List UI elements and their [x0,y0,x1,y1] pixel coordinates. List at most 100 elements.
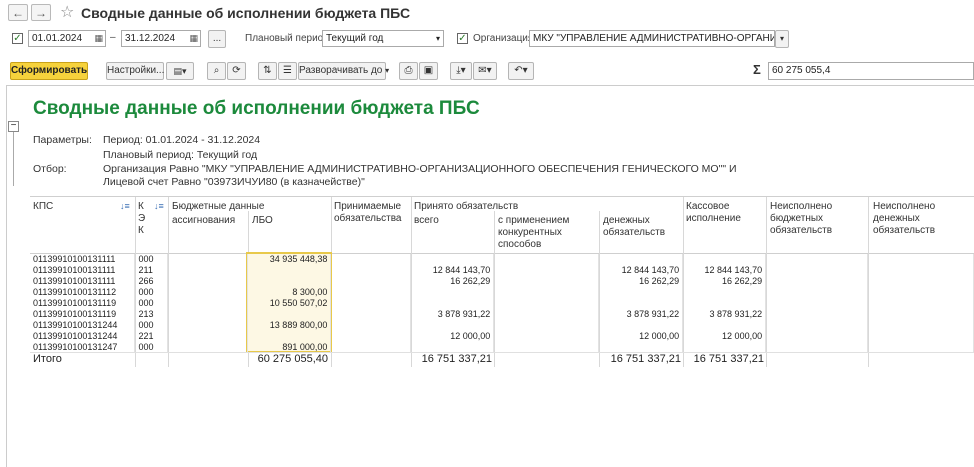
cell-cash[interactable] [682,297,767,309]
cell-competitive[interactable] [493,341,600,353]
cell-cash[interactable] [682,286,767,298]
cell-cash[interactable] [682,319,767,331]
org-field[interactable]: МКУ "УПРАВЛЕНИЕ АДМИНИСТРАТИВНО-ОРГАНИЗА… [529,30,775,47]
cell-competitive[interactable] [493,286,600,298]
cell-kek[interactable]: 266 [134,275,169,287]
cell-kek[interactable]: 221 [134,330,169,342]
cell-cash[interactable]: 16 262,29 [682,275,767,287]
cell-lbo[interactable]: 8 300,00 [247,286,332,298]
table-row[interactable]: 01139910100131244 000 13 889 800,00 [30,319,974,331]
cell-kps[interactable]: 01139910100131111 [30,264,136,276]
cell-unb[interactable] [765,308,868,320]
cell-assign[interactable] [167,319,249,331]
cell-money[interactable]: 12 844 143,70 [598,264,684,276]
table-row[interactable]: 01139910100131119 000 10 550 507,02 [30,297,974,309]
cell-kps[interactable]: 01139910100131111 [30,275,136,287]
cell-assign[interactable] [167,308,249,320]
cell-money[interactable]: 3 878 931,22 [598,308,684,320]
star-icon[interactable]: ☆ [60,2,74,22]
cell-assign[interactable] [167,341,249,353]
cell-unm[interactable] [867,264,974,276]
cell-accepted[interactable] [330,330,412,342]
cell-kek[interactable]: 000 [134,286,169,298]
cell-cash[interactable]: 12 844 143,70 [682,264,767,276]
cell-unm[interactable] [867,341,974,353]
cell-competitive[interactable] [493,254,600,265]
cell-accepted[interactable] [330,297,412,309]
sort-kps-icon[interactable]: ↓≡ [120,201,130,212]
cell-competitive[interactable] [493,275,600,287]
cell-kps[interactable]: 01139910100131247 [30,341,136,353]
cell-money[interactable] [598,254,684,265]
cell-cash[interactable] [682,254,767,265]
cell-assign[interactable] [167,297,249,309]
sort-kek-icon[interactable]: ↓≡ [154,201,164,212]
cell-unb[interactable] [765,286,868,298]
cell-accepted[interactable] [330,286,412,298]
cell-money[interactable] [598,319,684,331]
cell-money[interactable] [598,286,684,298]
cell-unm[interactable] [867,308,974,320]
cell-accepted[interactable] [330,264,412,276]
table-row[interactable]: 01139910100131119 213 3 878 931,22 3 878 93… [30,308,974,320]
period-checkbox[interactable]: ✓ [12,33,23,44]
totals-money[interactable]: 16 751 337,21 [599,353,681,365]
cell-money[interactable] [598,341,684,353]
cell-kek[interactable]: 211 [134,264,169,276]
cell-kps[interactable]: 01139910100131119 [30,308,136,320]
cell-lbo[interactable] [247,308,332,320]
cell-kek[interactable]: 000 [134,254,169,265]
cell-unm[interactable] [867,330,974,342]
cell-competitive[interactable] [493,308,600,320]
find-button[interactable]: ⌕ [207,62,226,80]
cell-total[interactable] [410,286,495,298]
email-button[interactable]: ✉▾ [473,62,497,80]
back-button[interactable]: ← [8,4,28,21]
cell-cash[interactable]: 12 000,00 [682,330,767,342]
print-button[interactable]: ⎙ [399,62,418,80]
cell-total[interactable] [410,319,495,331]
cell-unb[interactable] [765,319,868,331]
variants-button[interactable]: ▤▾ [166,62,194,80]
date-to-field[interactable]: 31.12.2024 ▦ [121,30,201,47]
totals-cash[interactable]: 16 751 337,21 [683,353,764,365]
cell-assign[interactable] [167,254,249,265]
cell-lbo[interactable] [247,275,332,287]
settings-button[interactable]: Настройки... [106,62,164,80]
cell-unb[interactable] [765,341,868,353]
calendar-icon[interactable]: ▦ [189,31,198,46]
table-row[interactable]: 01139910100131112 000 8 300,00 [30,286,974,298]
cell-unb[interactable] [765,275,868,287]
cell-accepted[interactable] [330,254,412,265]
org-checkbox[interactable]: ✓ [457,33,468,44]
cell-kps[interactable]: 01139910100131244 [30,319,136,331]
cell-kps[interactable]: 01139910100131244 [30,330,136,342]
cell-competitive[interactable] [493,330,600,342]
table-row[interactable]: 01139910100131111 266 16 262,29 16 262,29 16… [30,275,974,287]
table-row[interactable]: 01139910100131111 000 34 935 448,38 [30,254,974,265]
cell-competitive[interactable] [493,264,600,276]
date-from-field[interactable]: 01.01.2024 ▦ [28,30,106,47]
cell-cash[interactable]: 3 878 931,22 [682,308,767,320]
cell-unb[interactable] [765,330,868,342]
cell-kps[interactable]: 01139910100131119 [30,297,136,309]
totals-total[interactable]: 16 751 337,21 [411,353,492,365]
table-row[interactable]: 01139910100131247 000 891 000,00 [30,341,974,353]
cell-competitive[interactable] [493,297,600,309]
cell-money[interactable]: 12 000,00 [598,330,684,342]
cell-lbo[interactable] [247,330,332,342]
cell-total[interactable]: 16 262,29 [410,275,495,287]
cell-total[interactable]: 3 878 931,22 [410,308,495,320]
cell-lbo[interactable]: 13 889 800,00 [247,319,332,331]
save-button[interactable]: ⤓▾ [450,62,472,80]
cell-unm[interactable] [867,286,974,298]
cell-lbo[interactable]: 891 000,00 [247,341,332,353]
cell-kps[interactable]: 01139910100131111 [30,254,136,265]
cell-kps[interactable]: 01139910100131112 [30,286,136,298]
cell-accepted[interactable] [330,275,412,287]
cell-money[interactable]: 16 262,29 [598,275,684,287]
group-button[interactable]: ☰ [278,62,297,80]
sum-field[interactable]: 60 275 055,4 [768,62,974,80]
cell-kek[interactable]: 000 [134,341,169,353]
cell-assign[interactable] [167,286,249,298]
